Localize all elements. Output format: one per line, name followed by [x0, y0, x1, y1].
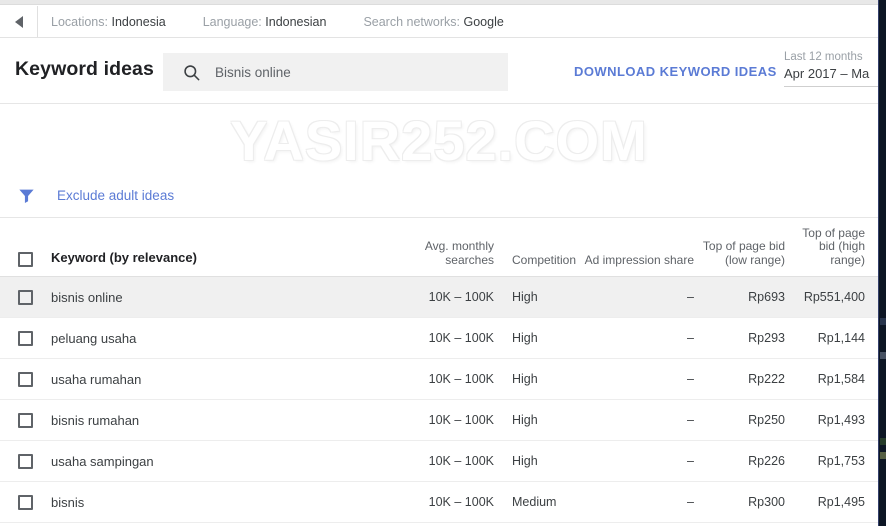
cell-keyword: peluang usaha — [51, 330, 137, 346]
page-title: Keyword ideas — [15, 57, 154, 80]
edge-artifact — [880, 352, 886, 359]
table-row[interactable]: usaha sampingan 10K – 100K High – Rp226 … — [0, 441, 878, 482]
cell-top-of-page-bid-low: Rp250 — [748, 413, 785, 427]
cell-top-of-page-bid-low: Rp300 — [748, 495, 785, 509]
cell-ad-impression-share: – — [687, 413, 694, 427]
column-header-top-of-page-bid-high[interactable]: Top of page bid (high range) — [790, 226, 878, 268]
cell-avg-monthly-searches: 10K – 100K — [428, 495, 494, 509]
cell-ad-impression-share: – — [687, 331, 694, 345]
cell-competition: High — [512, 413, 538, 427]
select-all-checkbox[interactable] — [18, 252, 33, 267]
row-select-cell — [0, 330, 51, 346]
cell-keyword: bisnis rumahan — [51, 412, 140, 428]
window-right-edge — [878, 0, 886, 526]
search-icon — [182, 63, 201, 82]
cell-keyword: bisnis online — [51, 289, 123, 305]
cell-avg-monthly-searches: 10K – 100K — [428, 454, 494, 468]
top-chrome-strip — [0, 0, 878, 5]
context-items: Locations: Indonesia Language: Indonesia… — [38, 15, 541, 29]
table-row[interactable]: usaha rumahan 10K – 100K High – Rp222 Rp… — [0, 359, 878, 400]
row-checkbox[interactable] — [18, 371, 33, 387]
cell-competition: High — [512, 290, 538, 304]
cell-keyword: bisnis — [51, 494, 85, 510]
context-language-value: Indonesian — [265, 14, 327, 29]
cell-avg-monthly-searches: 10K – 100K — [428, 290, 494, 304]
cell-keyword: usaha rumahan — [51, 371, 142, 387]
cell-ad-impression-share: – — [687, 372, 694, 386]
cell-top-of-page-bid-high: Rp1,144 — [817, 331, 865, 345]
column-header-competition[interactable]: Competition — [499, 253, 583, 268]
watermark-text: YASIR252.COM — [230, 108, 648, 172]
context-locations-label: Locations: — [51, 14, 108, 29]
cell-top-of-page-bid-low: Rp293 — [748, 331, 785, 345]
watermark-overlay: YASIR252.COM — [0, 106, 878, 174]
row-checkbox[interactable] — [18, 453, 33, 469]
row-checkbox[interactable] — [18, 330, 33, 346]
cell-top-of-page-bid-high: Rp1,584 — [817, 372, 865, 386]
context-bar: Locations: Indonesia Language: Indonesia… — [0, 6, 878, 38]
table-row[interactable]: bisnis 10K – 100K Medium – Rp300 Rp1,495 — [0, 482, 878, 523]
cell-top-of-page-bid-high: Rp1,493 — [817, 413, 865, 427]
cell-ad-impression-share: – — [687, 454, 694, 468]
search-input[interactable]: Bisnis online — [163, 53, 508, 91]
date-range-value: Apr 2017 – Ma — [784, 66, 870, 81]
cell-top-of-page-bid-low: Rp222 — [748, 372, 785, 386]
column-header-top-of-page-bid-low[interactable]: Top of page bid (low range) — [699, 239, 790, 267]
back-triangle-icon — [14, 15, 23, 28]
cell-avg-monthly-searches: 10K – 100K — [428, 413, 494, 427]
row-select-cell — [0, 453, 51, 469]
table-header-row: Keyword (by relevance) Avg. monthly sear… — [0, 219, 878, 277]
edge-artifact — [880, 438, 886, 445]
cell-avg-monthly-searches: 10K – 100K — [428, 331, 494, 345]
column-header-ad-impression-share[interactable]: Ad impression share — [583, 253, 699, 268]
row-select-cell — [0, 412, 51, 428]
header-divider — [0, 103, 878, 104]
context-locations-value: Indonesia — [111, 14, 166, 29]
exclude-adult-ideas-filter[interactable]: Exclude adult ideas — [57, 188, 174, 203]
filter-bar: Exclude adult ideas — [0, 174, 878, 218]
context-item-search-networks[interactable]: Search networks: Google — [363, 15, 503, 29]
date-range-label: Last 12 months — [784, 51, 863, 63]
select-all-cell — [0, 252, 51, 267]
cell-avg-monthly-searches: 10K – 100K — [428, 372, 494, 386]
cell-competition: High — [512, 372, 538, 386]
cell-ad-impression-share: – — [687, 290, 694, 304]
edge-artifact — [880, 452, 886, 459]
row-checkbox[interactable] — [18, 494, 33, 510]
keyword-planner-page: Locations: Indonesia Language: Indonesia… — [0, 0, 886, 526]
row-select-cell — [0, 289, 51, 305]
table-row[interactable]: peluang usaha 10K – 100K High – Rp293 Rp… — [0, 318, 878, 359]
keyword-ideas-table: Keyword (by relevance) Avg. monthly sear… — [0, 219, 878, 523]
cell-ad-impression-share: – — [687, 495, 694, 509]
cell-top-of-page-bid-high: Rp551,400 — [803, 290, 865, 304]
table-row[interactable]: bisnis rumahan 10K – 100K High – Rp250 R… — [0, 400, 878, 441]
cell-competition: High — [512, 454, 538, 468]
context-networks-value: Google — [463, 14, 504, 29]
context-item-language[interactable]: Language: Indonesian — [203, 15, 327, 29]
cell-competition: High — [512, 331, 538, 345]
row-select-cell — [0, 494, 51, 510]
context-language-label: Language: — [202, 14, 262, 29]
cell-competition: Medium — [512, 495, 557, 509]
cell-top-of-page-bid-low: Rp226 — [748, 454, 785, 468]
search-input-value: Bisnis online — [215, 64, 291, 80]
context-item-locations[interactable]: Locations: Indonesia — [51, 15, 166, 29]
cell-top-of-page-bid-high: Rp1,753 — [817, 454, 865, 468]
column-header-avg-monthly-searches[interactable]: Avg. monthly searches — [398, 239, 499, 267]
row-select-cell — [0, 371, 51, 387]
table-row[interactable]: bisnis online 10K – 100K High – Rp693 Rp… — [0, 277, 878, 318]
cell-keyword: usaha sampingan — [51, 453, 154, 469]
cell-top-of-page-bid-low: Rp693 — [748, 290, 785, 304]
row-checkbox[interactable] — [18, 289, 33, 305]
cell-top-of-page-bid-high: Rp1,495 — [817, 495, 865, 509]
context-networks-label: Search networks: — [363, 14, 461, 29]
filter-funnel-icon[interactable] — [17, 186, 36, 205]
date-range-picker[interactable]: Last 12 months Apr 2017 – Ma — [784, 50, 878, 87]
row-checkbox[interactable] — [18, 412, 33, 428]
edge-artifact — [880, 318, 886, 325]
download-keyword-ideas-button[interactable]: DOWNLOAD KEYWORD IDEAS — [574, 64, 777, 79]
back-button[interactable] — [0, 6, 38, 37]
column-header-keyword[interactable]: Keyword (by relevance) — [51, 250, 398, 267]
